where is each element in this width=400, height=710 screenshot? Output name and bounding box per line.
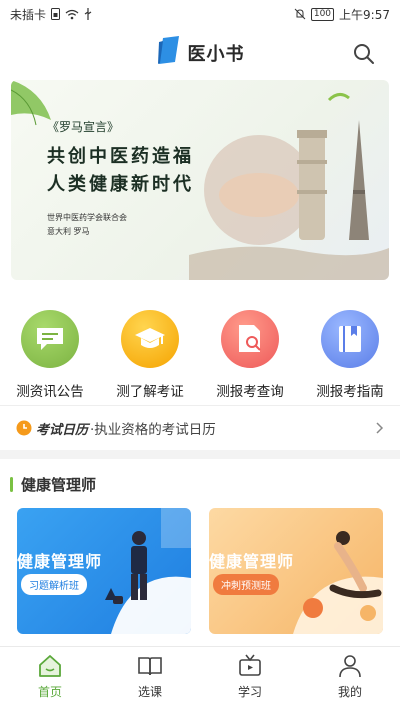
brand: 医小书 (156, 36, 245, 70)
logo-icon (156, 36, 182, 70)
course-card-pill: 习题解析班 (21, 574, 87, 595)
tab-courses[interactable]: 选课 (100, 647, 200, 710)
section-accent-bar (10, 477, 13, 492)
person-icon (339, 655, 361, 678)
status-left: 未插卡 (10, 6, 92, 23)
exam-calendar-title: 考试日历 (36, 422, 89, 438)
search-button[interactable] (352, 42, 376, 66)
quick-menu-label: 测报考查询 (216, 384, 284, 400)
fitness-person-illustration (105, 508, 191, 634)
chevron-right-icon (376, 422, 384, 434)
tab-profile[interactable]: 我的 (300, 647, 400, 710)
book-icon (321, 310, 379, 368)
sim-icon (51, 8, 61, 20)
document-search-icon (221, 310, 279, 368)
banner-headline-2: 人类健康新时代 (47, 174, 194, 195)
quick-menu-registration-query[interactable]: 测报考查询 (202, 310, 298, 402)
app-title: 医小书 (187, 44, 245, 65)
tab-label: 首页 (37, 685, 62, 699)
tab-study[interactable]: 学习 (200, 647, 300, 710)
section-header: 健康管理师 (10, 474, 96, 495)
status-bar: 未插卡 100 上午9:57 (0, 0, 400, 28)
search-icon (354, 44, 374, 64)
tab-label: 选课 (137, 685, 162, 699)
clock-text: 上午9:57 (339, 7, 390, 22)
tab-label: 我的 (337, 685, 362, 699)
course-card-exercise[interactable]: 健康管理师 习题解析班 (17, 508, 191, 634)
tab-label: 学习 (237, 685, 262, 699)
mute-bell-icon (294, 8, 306, 20)
quick-menu-news[interactable]: 测资讯公告 (2, 310, 98, 402)
status-right: 100 上午9:57 (294, 6, 390, 23)
course-card-title: 健康管理师 (17, 552, 103, 571)
quick-menu: 测资讯公告 测了解考证 测报考查询 测报考指南 (0, 310, 400, 402)
course-card-title: 健康管理师 (209, 552, 295, 571)
banner-tag: 《罗马宣言》 (47, 120, 120, 134)
quick-menu-label: 测报考指南 (316, 384, 384, 400)
quick-menu-registration-guide[interactable]: 测报考指南 (302, 310, 398, 402)
section-title: 健康管理师 (21, 476, 97, 494)
quick-menu-certificate[interactable]: 测了解考证 (102, 310, 198, 402)
exam-calendar-text: ·执业资格的考试日历 (90, 422, 216, 438)
open-book-icon (138, 657, 162, 676)
exam-calendar-badge: 考试日历 (16, 419, 88, 438)
course-card-pill: 冲刺预测班 (213, 574, 279, 595)
tab-home[interactable]: 首页 (0, 647, 100, 710)
banner-headline-1: 共创中医药造福 (47, 146, 194, 167)
exam-calendar-row[interactable]: 考试日历 ·执业资格的考试日历 (0, 406, 400, 450)
banner-illustration (189, 93, 389, 280)
clock-icon (16, 420, 32, 436)
banner-place: 意大利 罗马 (47, 227, 90, 236)
yoga-person-illustration (293, 531, 383, 634)
tv-icon (239, 654, 261, 676)
usb-icon (84, 8, 92, 20)
graduation-cap-icon (121, 310, 179, 368)
carrier-text: 未插卡 (10, 7, 47, 22)
quick-menu-label: 测资讯公告 (16, 384, 84, 400)
promo-banner[interactable]: 《罗马宣言》 共创中医药造福 人类健康新时代 世界中医药学会联合会 意大利 罗马 (11, 80, 389, 280)
message-icon (21, 310, 79, 368)
bottom-tab-bar: 首页 选课 学习 我的 (0, 646, 400, 710)
home-icon (39, 655, 61, 677)
app-header: 医小书 (0, 28, 400, 78)
course-card-sprint[interactable]: 健康管理师 冲刺预测班 (209, 508, 383, 634)
wifi-icon (65, 9, 79, 20)
section-gap (0, 450, 400, 459)
quick-menu-label: 测了解考证 (116, 384, 184, 400)
banner-org: 世界中医药学会联合会 (47, 213, 127, 222)
battery-level: 100 (310, 7, 335, 21)
